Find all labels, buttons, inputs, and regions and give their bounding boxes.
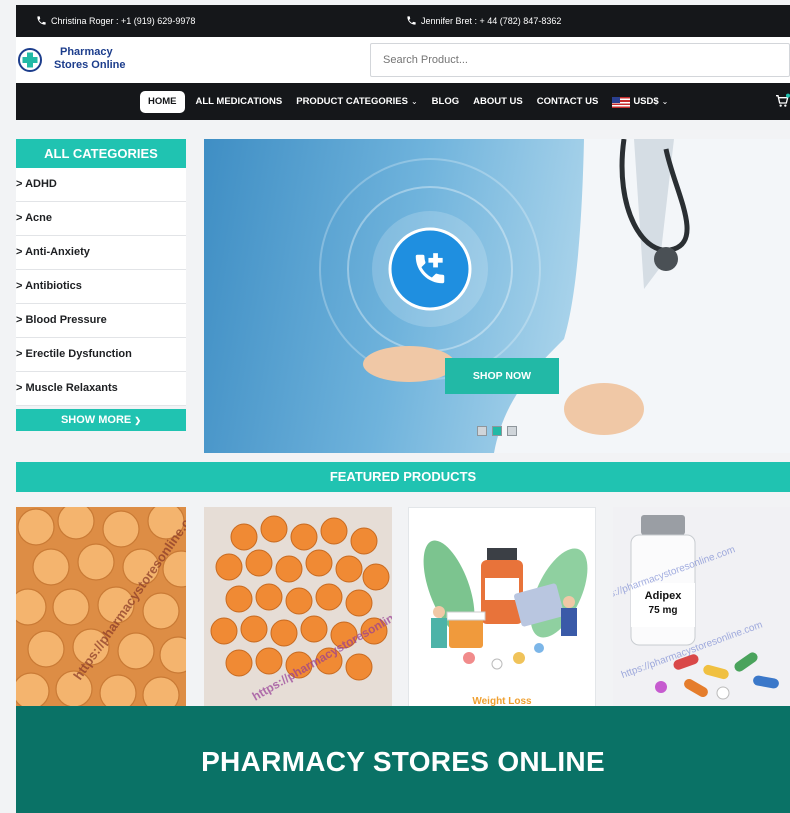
contact-right[interactable]: Jennifer Bret : + 44 (782) 847-8362 — [406, 15, 561, 26]
contact-left-text: Christina Roger : +1 (919) 629-9978 — [51, 15, 196, 26]
nav-product-categories-label: PRODUCT CATEGORIES — [296, 96, 408, 107]
nav-all-medications-label: ALL MEDICATIONS — [195, 96, 283, 107]
category-item[interactable]: > Muscle Relaxants — [16, 372, 186, 406]
banner-title: PHARMACY STORES ONLINE — [201, 746, 605, 777]
category-sidebar: ALL CATEGORIES > ADHD > Acne > Anti-Anxi… — [16, 139, 186, 431]
category-item[interactable]: > Acne — [16, 202, 186, 236]
slider-dot-active[interactable] — [492, 426, 502, 436]
site-banner: PHARMACY STORES ONLINE — [16, 706, 790, 813]
nav-blog-label: BLOG — [431, 96, 460, 107]
product-card[interactable]: https://pharmacystoresonline.com — [204, 507, 392, 707]
product-image-orange-pills: https://pharmacystoresonline.com — [16, 507, 186, 707]
category-item[interactable]: > Erectile Dysfunction — [16, 338, 186, 372]
contact-bar: Christina Roger : +1 (919) 629-9978 Jenn… — [16, 5, 790, 37]
slider-dots — [477, 426, 517, 436]
slider-dot[interactable] — [477, 426, 487, 436]
chevron-down-icon: ⌄ — [661, 97, 669, 106]
hero-illustration — [319, 139, 790, 453]
hero-slider: SHOP NOW — [204, 139, 790, 453]
main-nav: HOME ALL MEDICATIONS PRODUCT CATEGORIES ⌄… — [16, 83, 790, 120]
product-image-adipex: Adipex 75 mg https://pharmacystoresonlin… — [613, 507, 790, 707]
nav-all-medications[interactable]: ALL MEDICATIONS — [189, 91, 290, 113]
logo-line-1: Pharmacy — [60, 46, 113, 58]
bottle-label-name: Adipex — [645, 590, 683, 602]
show-more-button[interactable]: SHOW MORE ❯ — [16, 409, 186, 431]
show-more-label: SHOW MORE — [60, 414, 132, 426]
featured-products-heading: FEATURED PRODUCTS — [16, 462, 790, 492]
site-header: Pharmacy Stores Online — [16, 37, 790, 83]
site-logo[interactable]: Pharmacy Stores Online — [16, 43, 156, 77]
product-card[interactable]: Weight Loss — [408, 507, 596, 707]
logo-line-2: Stores Online — [54, 59, 126, 71]
chevron-down-icon: ⌄ — [410, 97, 418, 106]
logo-cross-icon — [18, 48, 42, 72]
phone-plus-icon — [415, 253, 445, 284]
nav-contact-us-label: CONTACT US — [536, 96, 599, 107]
contact-left[interactable]: Christina Roger : +1 (919) 629-9978 — [36, 15, 195, 26]
category-item[interactable]: > Antibiotics — [16, 270, 186, 304]
nav-home[interactable]: HOME — [140, 91, 185, 113]
search-box — [370, 43, 790, 77]
nav-contact-us[interactable]: CONTACT US — [530, 91, 606, 113]
bottle-label-dose: 75 mg — [649, 605, 678, 616]
phone-icon — [37, 16, 46, 25]
nav-blog[interactable]: BLOG — [425, 91, 466, 113]
phone-icon — [407, 16, 416, 25]
category-item[interactable]: > ADHD — [16, 168, 186, 202]
shop-now-button[interactable]: SHOP NOW — [445, 358, 559, 394]
nav-about-us-label: ABOUT US — [473, 96, 523, 107]
product-card[interactable]: https://pharmacystoresonline.com — [16, 507, 186, 707]
currency-label: USD$ — [633, 96, 659, 107]
product-image-orange-tablets: https://pharmacystoresonline.com — [204, 507, 392, 707]
currency-selector[interactable]: USD$ ⌄ — [605, 91, 675, 113]
chevron-down-icon: ❯ — [134, 416, 142, 425]
nav-about-us[interactable]: ABOUT US — [466, 91, 530, 113]
search-input[interactable] — [371, 44, 789, 76]
us-flag-icon — [612, 96, 631, 108]
page: Christina Roger : +1 (919) 629-9978 Jenn… — [0, 0, 790, 813]
slider-dot[interactable] — [507, 426, 517, 436]
category-item[interactable]: > Blood Pressure — [16, 304, 186, 338]
nav-product-categories[interactable]: PRODUCT CATEGORIES ⌄ — [289, 91, 424, 113]
category-item[interactable]: > Anti-Anxiety — [16, 236, 186, 270]
product-card[interactable]: Adipex 75 mg https://pharmacystoresonlin… — [613, 507, 790, 707]
sidebar-title: ALL CATEGORIES — [16, 139, 186, 168]
contact-right-text: Jennifer Bret : + 44 (782) 847-8362 — [421, 15, 562, 26]
product-image-weight-loss — [423, 540, 588, 670]
cart-icon[interactable] — [774, 93, 790, 109]
